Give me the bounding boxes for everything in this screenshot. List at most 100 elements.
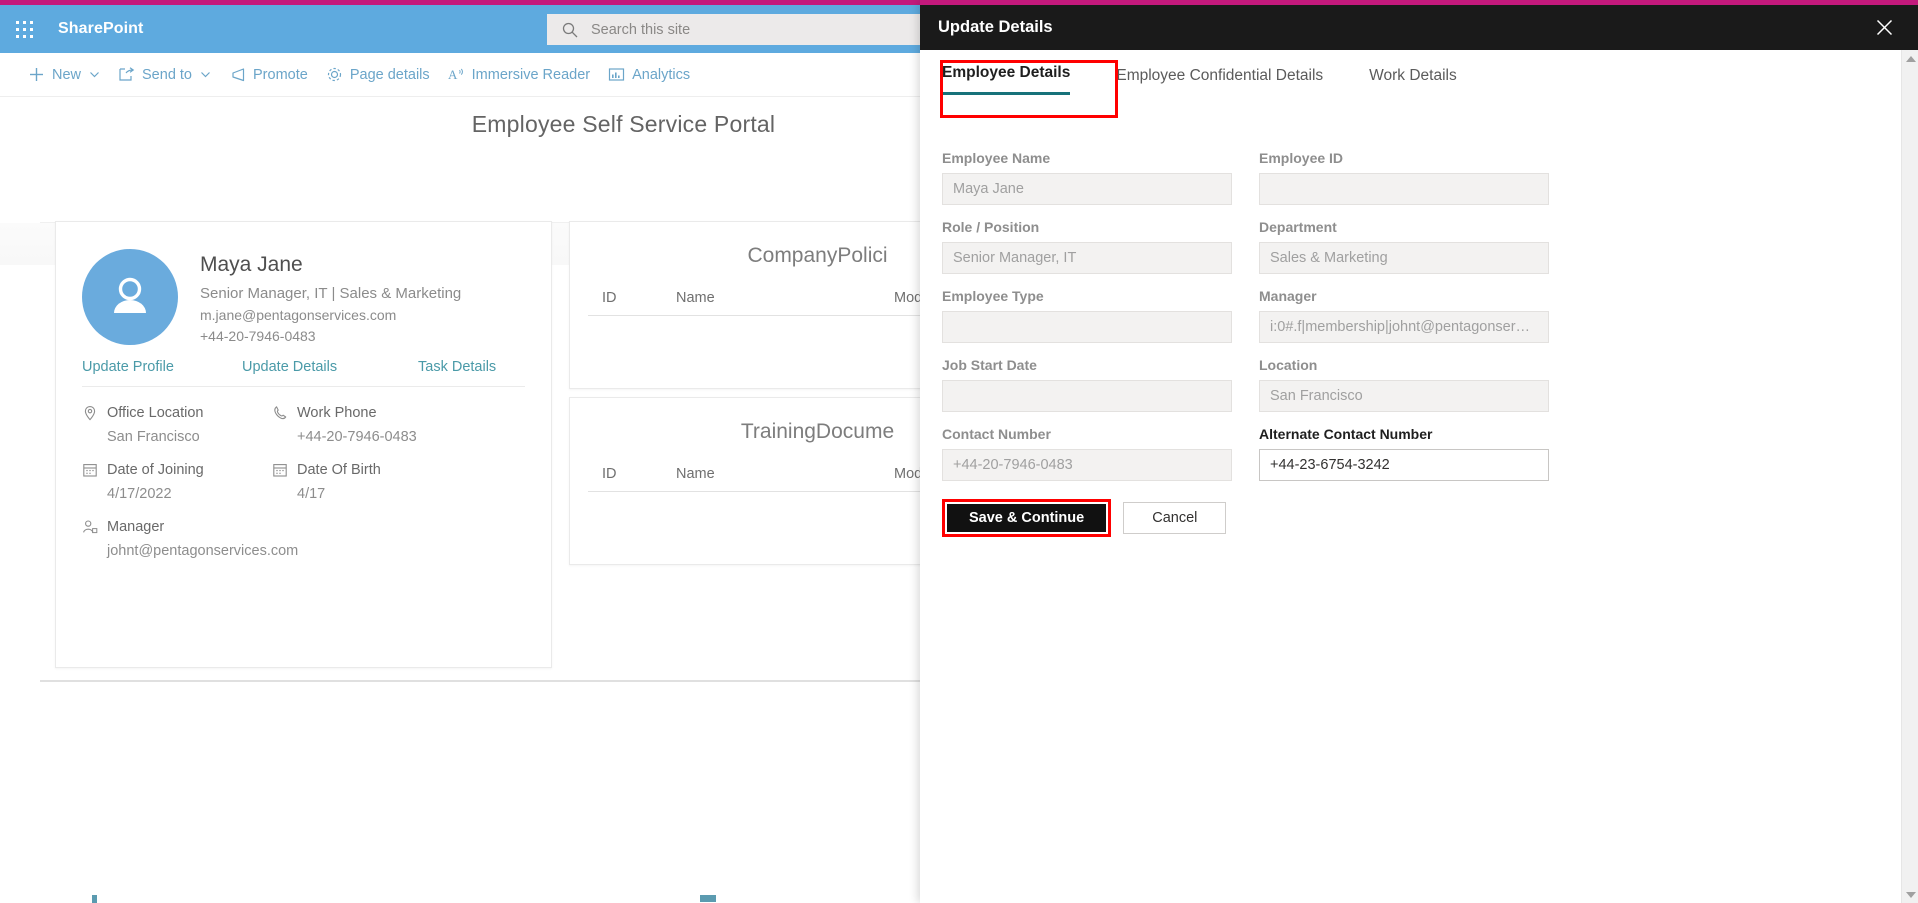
field-label: Manager [1259,288,1317,304]
contact-number-input[interactable]: +44-20-7946-0483 [942,449,1232,481]
department-input[interactable]: Sales & Marketing [1259,242,1549,274]
employee-name-input[interactable]: Maya Jane [942,173,1232,205]
command-new[interactable]: New [28,53,100,97]
field-employee-name: Employee Name Maya Jane [942,150,1232,205]
save-continue-button[interactable]: Save & Continue [945,502,1109,534]
column-header-id[interactable]: ID [588,290,676,306]
cancel-button[interactable]: Cancel [1123,502,1227,534]
detail-label: Office Location [107,405,204,421]
command-new-label: New [52,66,82,83]
command-immersive-reader[interactable]: A Immersive Reader [448,53,590,97]
command-analytics[interactable]: Analytics [608,53,690,97]
location-input[interactable]: San Francisco [1259,380,1549,412]
brand-title[interactable]: SharePoint [58,20,143,38]
column-header-name[interactable]: Name [676,290,894,306]
field-label: Job Start Date [942,357,1037,373]
plus-icon [28,66,45,83]
employee-profile-card: Maya Jane Senior Manager, IT | Sales & M… [55,221,552,668]
profile-email: m.jane@pentagonservices.com [200,307,397,324]
job-start-date-input[interactable] [942,380,1232,412]
field-label: Employee Name [942,150,1051,166]
profile-name: Maya Jane [200,253,303,276]
form-row: Contact Number +44-20-7946-0483 Alternat… [942,426,1562,481]
app-root: SharePoint Search this site New Send to [0,0,1918,903]
panel-scrollbar[interactable] [1901,50,1918,903]
detail-value: San Francisco [107,429,200,445]
field-label: Location [1259,357,1318,373]
profile-role: Senior Manager, IT | Sales & Marketing [200,285,462,303]
profile-meta: Maya Jane Senior Manager, IT | Sales & M… [200,249,461,345]
command-send-to[interactable]: Send to [118,53,211,97]
next-section-hint [92,895,97,903]
form-row: Job Start Date Location San Francisco [942,357,1562,412]
command-page-details[interactable]: Page details [326,53,430,97]
field-label: Role / Position [942,219,1040,235]
link-update-details[interactable]: Update Details [242,359,418,375]
manager-input[interactable]: i:0#.f|membership|johnt@pentagonser… [1259,311,1549,343]
scroll-down-arrow-icon[interactable] [1902,886,1918,903]
field-manager: Manager i:0#.f|membership|johnt@pentagon… [1259,288,1549,343]
detail-label: Work Phone [297,405,377,421]
calendar-icon [82,462,98,478]
field-employee-id: Employee ID [1259,150,1549,205]
chevron-down-icon [89,69,100,80]
update-details-panel: Update Details Employee Details Employee… [920,0,1918,903]
column-header-name[interactable]: Name [676,466,894,482]
profile-header: Maya Jane Senior Manager, IT | Sales & M… [56,222,551,345]
field-label: Employee ID [1259,150,1344,166]
search-icon [561,21,579,39]
person-avatar-icon [82,249,178,345]
svg-text:A: A [448,67,458,82]
field-label: Department [1259,219,1337,235]
detail-value: +44-20-7946-0483 [297,429,417,445]
command-send-to-label: Send to [142,66,193,83]
field-employee-type: Employee Type [942,288,1232,343]
command-promote[interactable]: Promote [229,53,308,97]
detail-date-of-joining: Date of Joining 4/17/2022 [82,462,272,502]
detail-value: johnt@pentagonservices.com [107,543,299,559]
detail-label: Manager [107,519,165,535]
detail-manager: Manager johnt@pentagonservices.com [82,519,299,559]
panel-actions: Save & Continue Cancel [942,499,1562,537]
command-promote-label: Promote [253,66,308,83]
immersive-reader-icon: A [448,66,465,83]
tab-employee-confidential-details[interactable]: Employee Confidential Details [1116,67,1323,95]
next-section-hint [700,895,716,902]
detail-value: 4/17 [297,486,326,502]
command-analytics-label: Analytics [632,66,691,83]
field-label: Employee Type [942,288,1044,304]
profile-links: Update Profile Update Details Task Detai… [82,359,525,387]
tab-employee-details[interactable]: Employee Details [942,64,1071,95]
employee-id-input[interactable] [1259,173,1549,205]
link-update-profile[interactable]: Update Profile [82,359,242,375]
panel-body: Employee Details Employee Confidential D… [920,50,1888,903]
alternate-contact-number-input[interactable]: +44-23-6754-3242 [1259,449,1549,481]
search-input[interactable]: Search this site [591,22,690,38]
field-alternate-contact-number: Alternate Contact Number +44-23-6754-324… [1259,426,1549,481]
detail-work-phone: Work Phone +44-20-7946-0483 [272,405,525,445]
form-row: Employee Name Maya Jane Employee ID [942,150,1562,205]
calendar-icon [272,462,288,478]
employee-type-input[interactable] [942,311,1232,343]
megaphone-icon [229,66,246,83]
column-header-id[interactable]: ID [588,466,676,482]
role-position-input[interactable]: Senior Manager, IT [942,242,1232,274]
detail-date-of-birth: Date Of Birth 4/17 [272,462,525,502]
field-contact-number: Contact Number +44-20-7946-0483 [942,426,1232,481]
tab-work-details[interactable]: Work Details [1369,67,1457,95]
command-page-details-label: Page details [349,66,430,83]
location-pin-icon [82,405,98,421]
app-launcher-waffle-icon[interactable] [0,5,48,53]
field-label: Alternate Contact Number [1259,426,1433,442]
phone-icon [272,405,288,421]
detail-label: Date of Joining [107,462,204,478]
link-task-details[interactable]: Task Details [418,359,496,375]
gear-icon [326,66,343,83]
close-icon[interactable] [1868,12,1900,44]
field-label: Contact Number [942,426,1051,442]
scroll-up-arrow-icon[interactable] [1902,50,1918,67]
detail-office-location: Office Location San Francisco [82,405,272,445]
analytics-chart-icon [608,66,625,83]
command-immersive-reader-label: Immersive Reader [471,66,591,83]
form-row: Role / Position Senior Manager, IT Depar… [942,219,1562,274]
